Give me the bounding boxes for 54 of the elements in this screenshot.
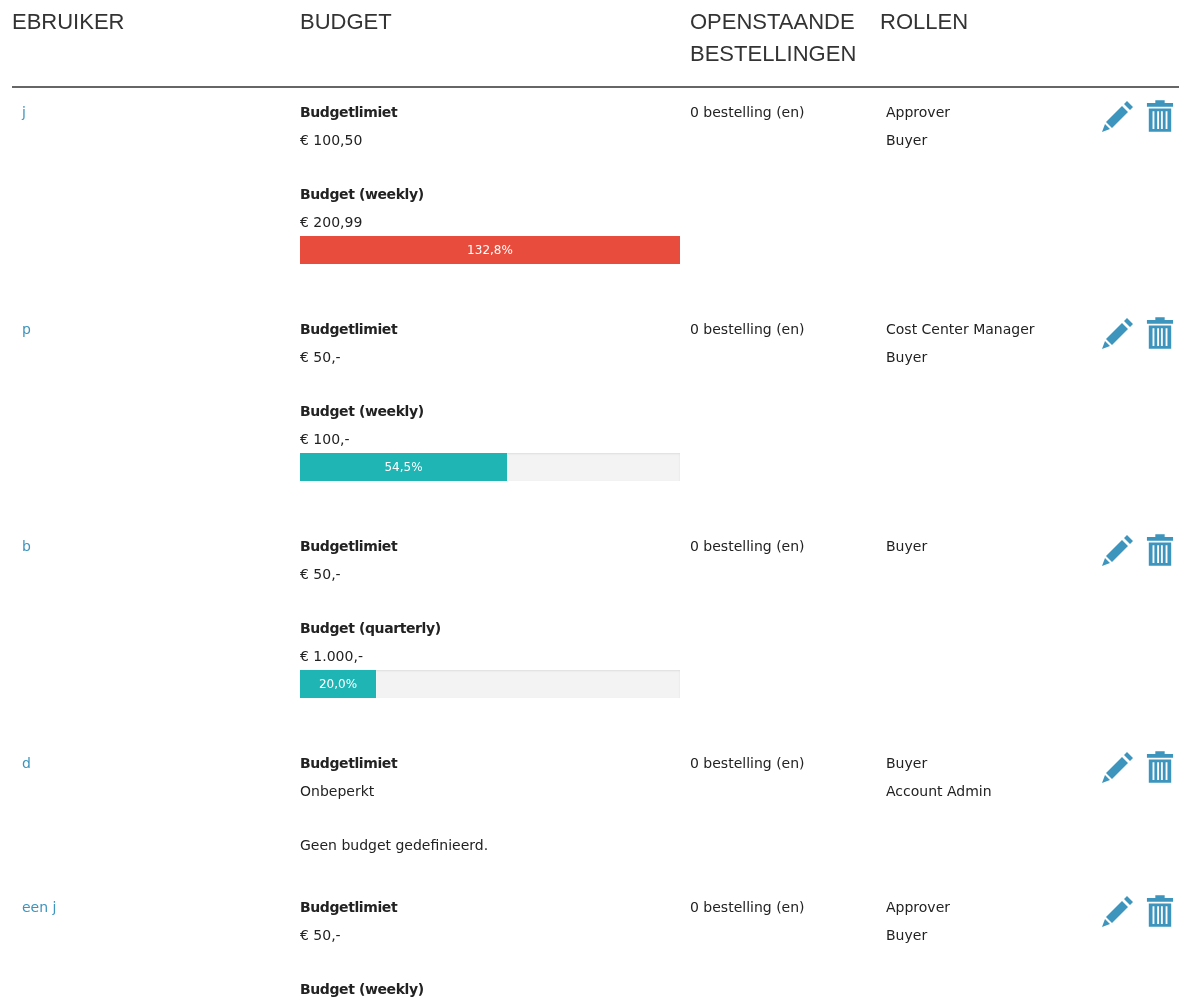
trash-icon[interactable] (1146, 893, 1174, 929)
progress-label: 20,0% (318, 677, 358, 691)
trash-icon[interactable] (1146, 315, 1174, 351)
budget-value: € 200,99 (300, 213, 364, 232)
role: Buyer (886, 754, 929, 773)
trash-icon[interactable] (1146, 98, 1174, 134)
budget-label: Budget (weekly) (300, 980, 425, 999)
column-header: ROLLEN (880, 8, 969, 36)
trash-icon[interactable] (1146, 532, 1174, 568)
edit-icon[interactable] (1100, 749, 1136, 785)
edit-icon[interactable] (1100, 532, 1136, 568)
role: Account Admin (886, 782, 993, 801)
open-orders: 0 bestelling (en) (690, 754, 806, 773)
budget-limit-value: Onbeperkt (300, 782, 376, 801)
user-link[interactable]: p (12, 315, 31, 343)
budget-label: Budget (quarterly) (300, 619, 442, 638)
edit-icon[interactable] (1100, 893, 1136, 929)
open-orders: 0 bestelling (en) (690, 320, 806, 339)
open-orders: 0 bestelling (en) (690, 898, 806, 917)
budget-limit-label: Budgetlimiet (300, 898, 399, 917)
budget-limit-value: € 50,- (300, 565, 342, 584)
open-orders: 0 bestelling (en) (690, 103, 806, 122)
budget-limit-value: € 50,- (300, 348, 342, 367)
column-header: BUDGET (300, 8, 392, 36)
budget-limit-label: Budgetlimiet (300, 537, 399, 556)
user-link[interactable]: een j (12, 893, 57, 921)
role: Approver (886, 103, 952, 122)
budget-value: € 100,- (300, 430, 351, 449)
budget-value: € 1.000,- (300, 647, 364, 666)
role: Buyer (886, 131, 929, 150)
progress-label: 132,8% (467, 243, 513, 257)
progress-label: 54,5% (384, 460, 423, 474)
budget-limit-label: Budgetlimiet (300, 754, 399, 773)
column-header: OPENSTAANDE BESTELLINGEN (690, 8, 858, 68)
user-link[interactable]: b (12, 532, 31, 560)
user-link[interactable]: d (12, 749, 31, 777)
user-link[interactable]: j (12, 98, 26, 126)
role: Buyer (886, 537, 929, 556)
budget-limit-value: € 50,- (300, 926, 342, 945)
role: Cost Center Manager (886, 320, 1036, 339)
budget-limit-value: € 100,50 (300, 131, 364, 150)
no-budget-text: Geen budget gedefinieerd. (300, 836, 490, 855)
budget-limit-label: Budgetlimiet (300, 103, 399, 122)
column-header: EBRUIKER (12, 8, 125, 36)
trash-icon[interactable] (1146, 749, 1174, 785)
role: Buyer (886, 926, 929, 945)
edit-icon[interactable] (1100, 98, 1136, 134)
role: Buyer (886, 348, 929, 367)
budget-limit-label: Budgetlimiet (300, 320, 399, 339)
edit-icon[interactable] (1100, 315, 1136, 351)
role: Approver (886, 898, 952, 917)
budget-label: Budget (weekly) (300, 185, 425, 204)
budget-label: Budget (weekly) (300, 402, 425, 421)
open-orders: 0 bestelling (en) (690, 537, 806, 556)
